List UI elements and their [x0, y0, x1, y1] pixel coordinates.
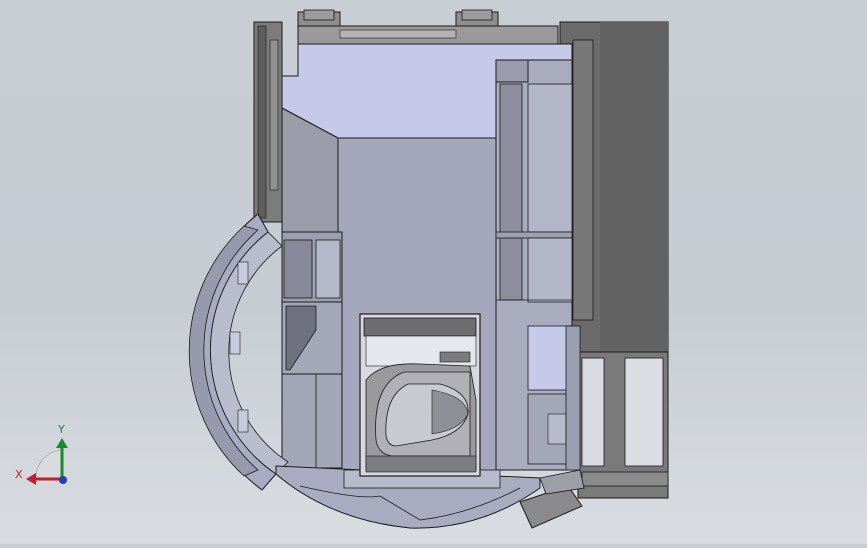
y-axis-arrowhead	[56, 438, 68, 448]
curved-shell	[188, 213, 289, 491]
left-compartments	[281, 231, 343, 469]
right-column	[495, 59, 581, 471]
right-housing-panel	[559, 21, 669, 358]
cad-model-view[interactable]	[0, 0, 867, 544]
y-axis-label: Y	[58, 423, 65, 436]
cad-viewport[interactable]: X Y	[0, 0, 867, 544]
bottom-right-block	[577, 351, 669, 499]
z-axis-dot	[59, 476, 67, 484]
x-axis-arrowhead	[26, 473, 36, 485]
center-window	[359, 313, 481, 477]
x-axis-label: X	[15, 468, 23, 481]
axis-triad	[26, 438, 68, 485]
left-wall	[253, 21, 283, 223]
triad-plane	[35, 449, 63, 479]
top-clips	[297, 9, 559, 45]
